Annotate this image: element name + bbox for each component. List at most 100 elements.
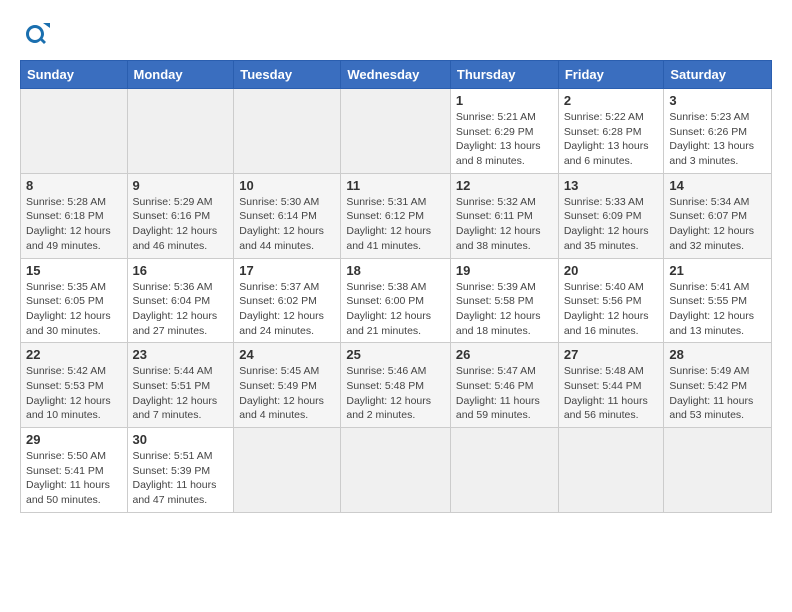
day-info: Sunrise: 5:46 AMSunset: 5:48 PMDaylight:… — [346, 364, 445, 423]
calendar-cell: 2 Sunrise: 5:22 AMSunset: 6:28 PMDaylight… — [558, 89, 664, 174]
day-info: Sunrise: 5:23 AMSunset: 6:26 PMDaylight:… — [669, 110, 766, 169]
logo — [20, 20, 54, 50]
calendar-cell: 11 Sunrise: 5:31 AMSunset: 6:12 PMDayligh… — [341, 173, 451, 258]
day-info: Sunrise: 5:38 AMSunset: 6:00 PMDaylight:… — [346, 280, 445, 339]
calendar-week-row: 15 Sunrise: 5:35 AMSunset: 6:05 PMDayligh… — [21, 258, 772, 343]
calendar-cell: 12 Sunrise: 5:32 AMSunset: 6:11 PMDayligh… — [450, 173, 558, 258]
calendar-header-row: SundayMondayTuesdayWednesdayThursdayFrid… — [21, 61, 772, 89]
calendar-week-row: 1 Sunrise: 5:21 AMSunset: 6:29 PMDaylight… — [21, 89, 772, 174]
calendar-cell: 26 Sunrise: 5:47 AMSunset: 5:46 PMDayligh… — [450, 343, 558, 428]
day-number: 27 — [564, 347, 659, 362]
day-number: 8 — [26, 178, 122, 193]
calendar-header-friday: Friday — [558, 61, 664, 89]
calendar-cell: 30 Sunrise: 5:51 AMSunset: 5:39 PMDayligh… — [127, 428, 234, 513]
calendar-header-sunday: Sunday — [21, 61, 128, 89]
calendar-cell — [341, 428, 451, 513]
calendar-cell: 25 Sunrise: 5:46 AMSunset: 5:48 PMDayligh… — [341, 343, 451, 428]
day-info: Sunrise: 5:44 AMSunset: 5:51 PMDaylight:… — [133, 364, 229, 423]
day-number: 20 — [564, 263, 659, 278]
calendar-cell: 19 Sunrise: 5:39 AMSunset: 5:58 PMDayligh… — [450, 258, 558, 343]
calendar-cell: 29 Sunrise: 5:50 AMSunset: 5:41 PMDayligh… — [21, 428, 128, 513]
day-info: Sunrise: 5:36 AMSunset: 6:04 PMDaylight:… — [133, 280, 229, 339]
day-number: 15 — [26, 263, 122, 278]
day-info: Sunrise: 5:31 AMSunset: 6:12 PMDaylight:… — [346, 195, 445, 254]
day-number: 2 — [564, 93, 659, 108]
day-number: 29 — [26, 432, 122, 447]
day-number: 13 — [564, 178, 659, 193]
day-number: 17 — [239, 263, 335, 278]
day-number: 11 — [346, 178, 445, 193]
day-number: 1 — [456, 93, 553, 108]
day-info: Sunrise: 5:39 AMSunset: 5:58 PMDaylight:… — [456, 280, 553, 339]
day-number: 24 — [239, 347, 335, 362]
calendar-cell: 16 Sunrise: 5:36 AMSunset: 6:04 PMDayligh… — [127, 258, 234, 343]
day-info: Sunrise: 5:45 AMSunset: 5:49 PMDaylight:… — [239, 364, 335, 423]
calendar-week-row: 29 Sunrise: 5:50 AMSunset: 5:41 PMDayligh… — [21, 428, 772, 513]
day-number: 30 — [133, 432, 229, 447]
day-number: 9 — [133, 178, 229, 193]
calendar-cell: 24 Sunrise: 5:45 AMSunset: 5:49 PMDayligh… — [234, 343, 341, 428]
calendar-cell: 27 Sunrise: 5:48 AMSunset: 5:44 PMDayligh… — [558, 343, 664, 428]
day-number: 26 — [456, 347, 553, 362]
day-info: Sunrise: 5:35 AMSunset: 6:05 PMDaylight:… — [26, 280, 122, 339]
calendar-cell — [664, 428, 772, 513]
day-number: 18 — [346, 263, 445, 278]
day-info: Sunrise: 5:32 AMSunset: 6:11 PMDaylight:… — [456, 195, 553, 254]
day-number: 22 — [26, 347, 122, 362]
calendar-header-wednesday: Wednesday — [341, 61, 451, 89]
day-number: 19 — [456, 263, 553, 278]
calendar-cell — [127, 89, 234, 174]
calendar-header-monday: Monday — [127, 61, 234, 89]
calendar-cell: 18 Sunrise: 5:38 AMSunset: 6:00 PMDayligh… — [341, 258, 451, 343]
calendar-cell — [234, 89, 341, 174]
calendar-cell: 20Sunrise: 5:40 AMSunset: 5:56 PMDayligh… — [558, 258, 664, 343]
calendar-cell: 10 Sunrise: 5:30 AMSunset: 6:14 PMDayligh… — [234, 173, 341, 258]
day-info: Sunrise: 5:30 AMSunset: 6:14 PMDaylight:… — [239, 195, 335, 254]
calendar-cell: 21 Sunrise: 5:41 AMSunset: 5:55 PMDayligh… — [664, 258, 772, 343]
day-number: 23 — [133, 347, 229, 362]
page-header — [20, 20, 772, 50]
calendar-cell: 28 Sunrise: 5:49 AMSunset: 5:42 PMDayligh… — [664, 343, 772, 428]
day-info: Sunrise: 5:49 AMSunset: 5:42 PMDaylight:… — [669, 364, 766, 423]
calendar-cell — [341, 89, 451, 174]
day-number: 12 — [456, 178, 553, 193]
day-info: Sunrise: 5:22 AMSunset: 6:28 PMDaylight:… — [564, 110, 659, 169]
logo-icon — [20, 20, 50, 50]
day-number: 21 — [669, 263, 766, 278]
calendar-cell — [450, 428, 558, 513]
day-number: 3 — [669, 93, 766, 108]
calendar-cell: 9 Sunrise: 5:29 AMSunset: 6:16 PMDaylight… — [127, 173, 234, 258]
calendar-header-saturday: Saturday — [664, 61, 772, 89]
calendar-cell: 3 Sunrise: 5:23 AMSunset: 6:26 PMDaylight… — [664, 89, 772, 174]
day-info: Sunrise: 5:21 AMSunset: 6:29 PMDaylight:… — [456, 110, 553, 169]
calendar-week-row: 8 Sunrise: 5:28 AMSunset: 6:18 PMDaylight… — [21, 173, 772, 258]
calendar-header-tuesday: Tuesday — [234, 61, 341, 89]
day-info: Sunrise: 5:29 AMSunset: 6:16 PMDaylight:… — [133, 195, 229, 254]
day-info: Sunrise: 5:41 AMSunset: 5:55 PMDaylight:… — [669, 280, 766, 339]
day-number: 14 — [669, 178, 766, 193]
calendar-cell: 1 Sunrise: 5:21 AMSunset: 6:29 PMDaylight… — [450, 89, 558, 174]
day-number: 25 — [346, 347, 445, 362]
calendar-cell: 17 Sunrise: 5:37 AMSunset: 6:02 PMDayligh… — [234, 258, 341, 343]
calendar-header-thursday: Thursday — [450, 61, 558, 89]
calendar-cell — [234, 428, 341, 513]
day-info: Sunrise: 5:50 AMSunset: 5:41 PMDaylight:… — [26, 449, 122, 508]
calendar-cell: 8 Sunrise: 5:28 AMSunset: 6:18 PMDaylight… — [21, 173, 128, 258]
day-number: 16 — [133, 263, 229, 278]
day-number: 28 — [669, 347, 766, 362]
calendar-cell: 14 Sunrise: 5:34 AMSunset: 6:07 PMDayligh… — [664, 173, 772, 258]
calendar-cell — [21, 89, 128, 174]
day-info: Sunrise: 5:51 AMSunset: 5:39 PMDaylight:… — [133, 449, 229, 508]
day-info: Sunrise: 5:48 AMSunset: 5:44 PMDaylight:… — [564, 364, 659, 423]
day-number: 10 — [239, 178, 335, 193]
day-info: Sunrise: 5:42 AMSunset: 5:53 PMDaylight:… — [26, 364, 122, 423]
day-info: Sunrise: 5:34 AMSunset: 6:07 PMDaylight:… — [669, 195, 766, 254]
calendar-cell: 15 Sunrise: 5:35 AMSunset: 6:05 PMDayligh… — [21, 258, 128, 343]
day-info: Sunrise: 5:28 AMSunset: 6:18 PMDaylight:… — [26, 195, 122, 254]
day-info: Sunrise: 5:37 AMSunset: 6:02 PMDaylight:… — [239, 280, 335, 339]
calendar-cell — [558, 428, 664, 513]
calendar-cell: 22 Sunrise: 5:42 AMSunset: 5:53 PMDayligh… — [21, 343, 128, 428]
day-info: Sunrise: 5:47 AMSunset: 5:46 PMDaylight:… — [456, 364, 553, 423]
calendar: SundayMondayTuesdayWednesdayThursdayFrid… — [20, 60, 772, 513]
calendar-week-row: 22 Sunrise: 5:42 AMSunset: 5:53 PMDayligh… — [21, 343, 772, 428]
